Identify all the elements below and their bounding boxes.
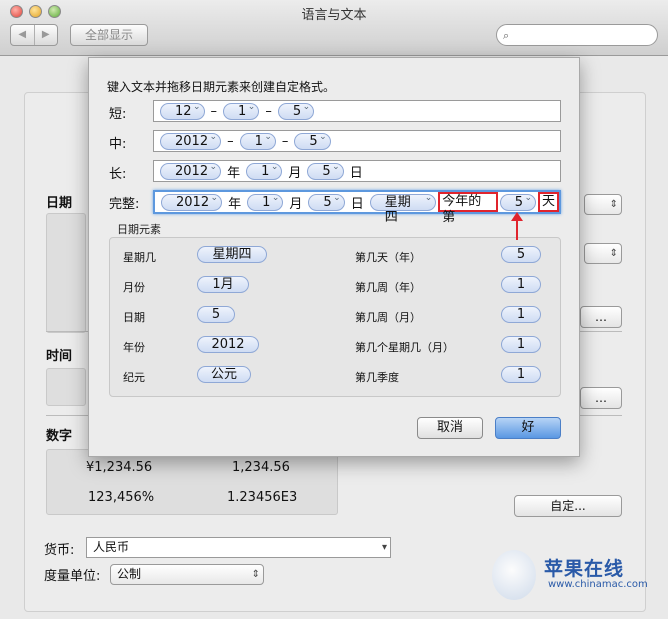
nav-buttons: ◀ ▶ <box>10 24 58 46</box>
title-bar: 语言与文本 ◀ ▶ 全部显示 ⌕ <box>0 0 668 56</box>
date-elements-box <box>109 237 561 397</box>
date-token[interactable]: 2012 <box>160 130 222 150</box>
element-token[interactable]: 星期四 <box>197 246 267 263</box>
element-label: 纪元 <box>123 371 145 384</box>
measure-label: 度量单位: <box>44 569 101 584</box>
element-token[interactable]: 2012 <box>197 336 259 353</box>
watermark: 苹果在线 www.chinamac.com <box>452 540 668 619</box>
literal-text: 月 <box>288 165 302 181</box>
section-date: 日期 <box>46 196 73 211</box>
separator: – <box>281 133 289 149</box>
date-token[interactable]: 5 <box>277 100 315 120</box>
custom-date-sheet: 键入文本并拖移日期元素来创建自定格式。 短: 12 – 1 – 5 中: 201… <box>88 57 580 457</box>
section-time: 时间 <box>46 349 73 364</box>
date-style-select[interactable]: ⇕ <box>584 194 622 215</box>
element-label: 第几个星期几（月） <box>355 341 454 354</box>
search-field[interactable]: ⌕ <box>496 24 658 46</box>
highlighted-prefix-text: 今年的第 <box>438 192 498 225</box>
number-decimal-example: 1,234.56 <box>232 460 290 475</box>
long-format-field[interactable]: 2012 年 1 月 5 日 <box>153 160 561 182</box>
search-icon: ⌕ <box>503 29 510 42</box>
literal-text: 日 <box>349 165 363 181</box>
apple-logo-icon <box>492 550 536 600</box>
literal-text: 月 <box>289 196 303 212</box>
highlighted-suffix-text: 天 <box>537 192 559 212</box>
currency-label: 货币: <box>44 543 75 558</box>
measure-select[interactable]: 公制 ⇕ <box>110 564 264 585</box>
full-format-field[interactable]: 2012 年 1 月 5 日 星期四 今年的第 5 天 <box>153 190 561 225</box>
element-token[interactable]: 1 <box>501 306 541 323</box>
preferences-window: 语言与文本 ◀ ▶ 全部显示 ⌕ 日期 ⇕ ⇕ … 时间 … 数字 ¥1,234… <box>0 0 668 619</box>
element-label: 第几周（年） <box>355 281 421 294</box>
chevron-down-icon[interactable]: ▾ <box>382 538 387 557</box>
show-all-button[interactable]: 全部显示 <box>70 24 148 46</box>
element-token[interactable]: 5 <box>501 246 541 263</box>
element-label: 日期 <box>123 311 145 324</box>
medium-format-field[interactable]: 2012 – 1 – 5 <box>153 130 561 152</box>
number-customize-button[interactable]: 自定... <box>514 495 622 517</box>
number-currency-example: ¥1,234.56 <box>86 460 153 475</box>
element-label: 星期几 <box>123 251 156 264</box>
date-token[interactable]: 1 <box>247 191 284 211</box>
currency-value: 人民币 <box>93 540 130 554</box>
element-label: 年份 <box>123 341 145 354</box>
back-button[interactable]: ◀ <box>11 25 35 45</box>
separator: – <box>227 133 234 149</box>
watermark-url: www.chinamac.com <box>548 579 648 590</box>
date-token[interactable]: 1 <box>239 130 276 150</box>
element-token[interactable]: 1 <box>501 276 541 293</box>
medium-label: 中: <box>109 137 127 152</box>
time-preview <box>46 368 86 406</box>
date-preview <box>46 213 86 333</box>
currency-combobox[interactable]: 人民币 ▾ <box>86 537 391 558</box>
literal-text: 年 <box>227 165 241 181</box>
date-token[interactable]: 2012 <box>161 191 223 211</box>
date-token[interactable]: 5 <box>294 130 331 150</box>
element-token[interactable]: 1 <box>501 366 541 383</box>
element-token[interactable]: 公元 <box>197 366 251 383</box>
literal-text: 年 <box>228 196 242 212</box>
date-calendar-select[interactable]: ⇕ <box>584 243 622 264</box>
date-token[interactable]: 2012 <box>160 160 222 180</box>
separator: – <box>265 103 272 119</box>
date-customize-button[interactable]: … <box>580 306 622 328</box>
full-label: 完整: <box>109 197 140 212</box>
element-token[interactable]: 1月 <box>197 276 249 293</box>
measure-value: 公制 <box>117 567 142 581</box>
divider <box>580 331 622 332</box>
forward-button[interactable]: ▶ <box>35 25 58 45</box>
cancel-button[interactable]: 取消 <box>417 417 483 439</box>
element-label: 月份 <box>123 281 145 294</box>
element-token[interactable]: 1 <box>501 336 541 353</box>
date-token[interactable]: 5 <box>308 191 345 211</box>
instruction-text: 键入文本并拖移日期元素来创建自定格式。 <box>107 80 336 94</box>
day-of-year-token[interactable]: 5 <box>499 191 536 211</box>
date-token[interactable]: 1 <box>246 160 283 180</box>
element-label: 第几季度 <box>355 371 399 384</box>
window-title: 语言与文本 <box>301 8 367 23</box>
long-label: 长: <box>109 167 127 182</box>
element-label: 第几天（年） <box>355 251 421 264</box>
date-token[interactable]: 12 <box>160 100 205 120</box>
number-preview <box>46 449 338 515</box>
time-customize-button[interactable]: … <box>580 387 622 409</box>
ok-button[interactable]: 好 <box>495 417 561 439</box>
watermark-title: 苹果在线 <box>544 558 625 580</box>
separator: – <box>210 103 218 119</box>
element-token[interactable]: 5 <box>197 306 235 323</box>
number-scientific-example: 1.23456E3 <box>227 490 298 505</box>
elements-title: 日期元素 <box>117 223 161 236</box>
element-label: 第几周（月） <box>355 311 421 324</box>
date-token[interactable]: 5 <box>307 160 344 180</box>
weekday-token[interactable]: 星期四 <box>369 191 437 225</box>
literal-text: 日 <box>350 196 364 212</box>
short-format-field[interactable]: 12 – 1 – 5 <box>153 100 561 122</box>
updown-icon: ⇕ <box>251 569 260 580</box>
divider <box>46 331 88 332</box>
short-label: 短: <box>109 107 127 122</box>
section-number: 数字 <box>46 429 73 444</box>
date-token[interactable]: 1 <box>223 100 260 120</box>
number-percent-example: 123,456% <box>88 490 155 505</box>
annotation-arrow <box>516 218 518 240</box>
